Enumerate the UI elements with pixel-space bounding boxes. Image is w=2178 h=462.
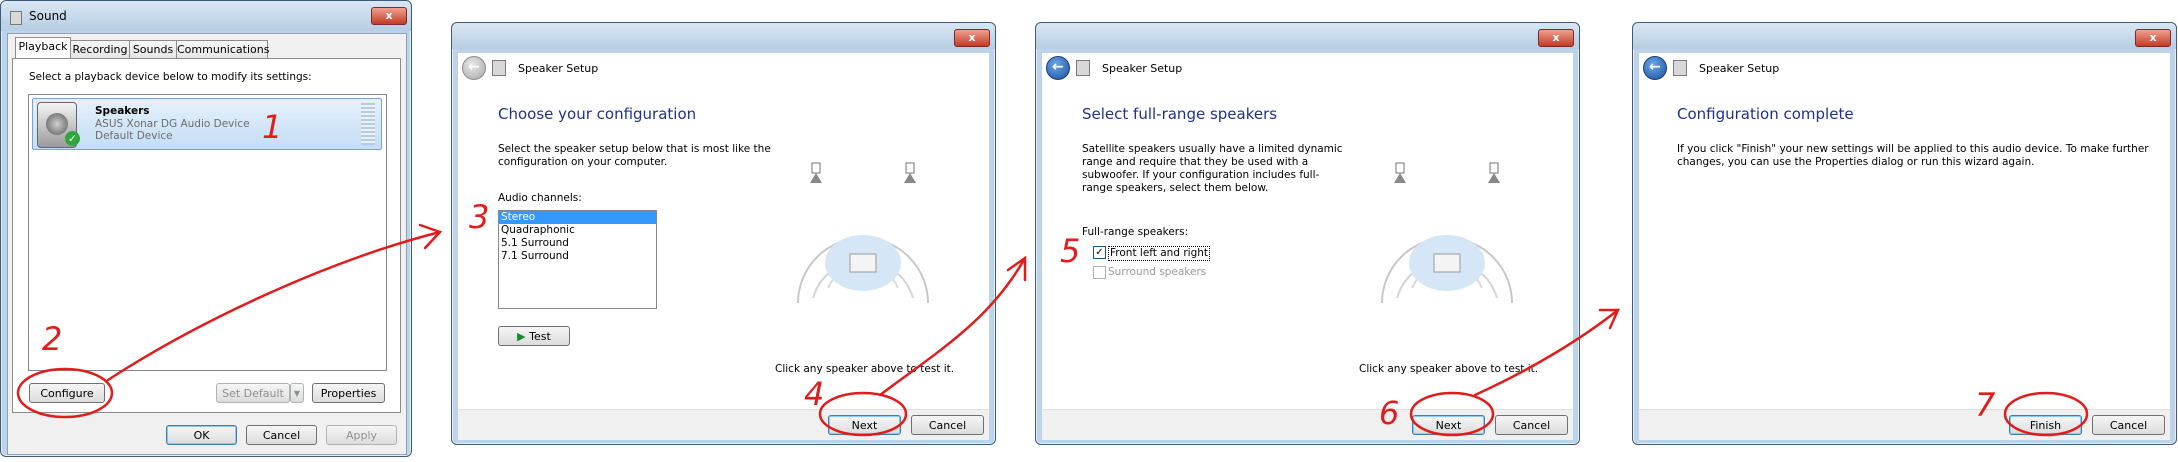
annotation-number-3: 3 bbox=[469, 198, 490, 236]
arrow-2-to-3 bbox=[878, 256, 1027, 397]
annotation-number-5: 5 bbox=[1060, 232, 1081, 270]
annotation-number-7: 7 bbox=[1975, 386, 1996, 424]
annotation-number-2: 2 bbox=[42, 320, 63, 358]
wizard1-next-circle bbox=[818, 391, 908, 437]
annotation-number-1: 1 bbox=[262, 108, 283, 146]
configure-circle bbox=[16, 367, 114, 419]
arrow-3-to-4 bbox=[1473, 308, 1620, 397]
annotation-number-4: 4 bbox=[804, 375, 825, 413]
annotation-strokes bbox=[16, 223, 2089, 437]
wizard2-next-circle bbox=[1409, 391, 1495, 437]
arrow-1-to-2 bbox=[106, 230, 442, 382]
annotation-number-6: 6 bbox=[1379, 394, 1400, 432]
finish-circle bbox=[2003, 391, 2089, 437]
